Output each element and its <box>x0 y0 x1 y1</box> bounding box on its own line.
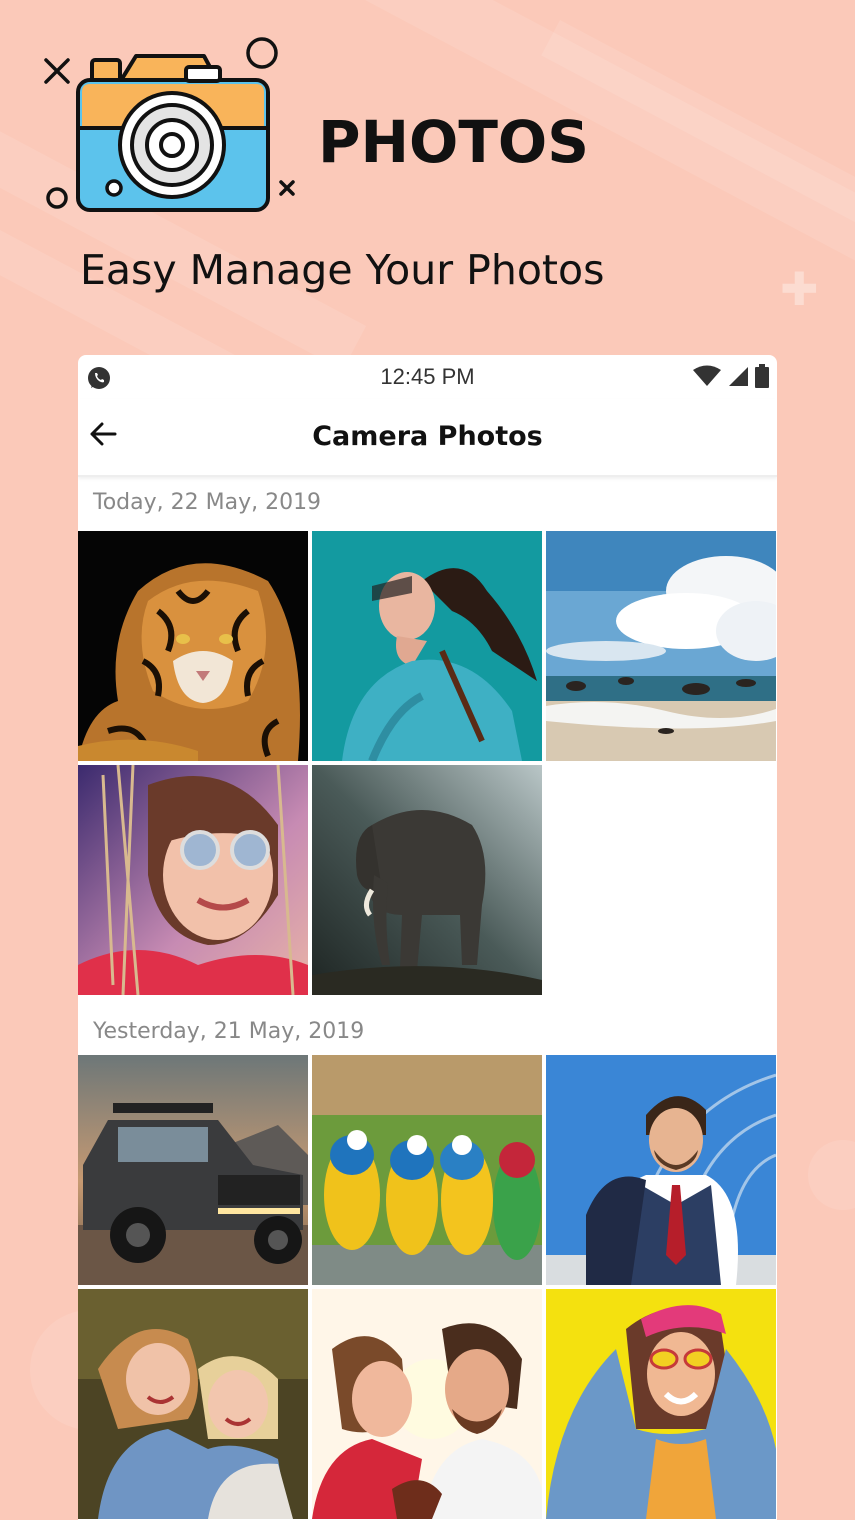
photo-thumbnail-girls-hugging[interactable] <box>78 1289 308 1519</box>
photo-thumbnail-woman-yellow[interactable] <box>546 1289 776 1519</box>
tagline: Easy Manage Your Photos <box>80 246 605 294</box>
photo-thumbnail-elephant[interactable] <box>312 765 542 995</box>
photo-thumbnail-truck[interactable] <box>78 1055 308 1285</box>
wifi-icon <box>693 365 721 392</box>
date-header: Yesterday, 21 May, 2019 <box>93 1019 365 1044</box>
photo-thumbnail-parrots[interactable] <box>312 1055 542 1285</box>
phone-screen: 12:45 PM Camera Photos Today, 22 May, 20… <box>78 355 777 1520</box>
page-title: Camera Photos <box>312 421 543 452</box>
app-bar: Camera Photos <box>78 399 777 477</box>
battery-icon <box>755 363 769 393</box>
brand-title: PHOTOS <box>318 108 589 176</box>
decorative-circle <box>808 1140 855 1210</box>
camera-logo-icon <box>40 32 300 222</box>
decorative-plus-icon: ✚ <box>780 262 819 316</box>
date-header: Today, 22 May, 2019 <box>93 490 322 515</box>
photo-thumbnail-man-vest[interactable] <box>546 1055 776 1285</box>
photo-thumbnail-woman-teal[interactable] <box>312 531 542 761</box>
photo-thumbnail-woman-sunglasses[interactable] <box>78 765 308 995</box>
status-icons <box>693 363 769 392</box>
status-time: 12:45 PM <box>380 364 475 389</box>
status-bar: 12:45 PM <box>78 355 777 399</box>
photo-thumbnail-tiger[interactable] <box>78 531 308 761</box>
photo-grid <box>78 1055 777 1519</box>
signal-icon <box>727 365 749 392</box>
photo-thumbnail-beach[interactable] <box>546 531 776 761</box>
photo-thumbnail-couple[interactable] <box>312 1289 542 1519</box>
photo-grid <box>78 531 777 995</box>
